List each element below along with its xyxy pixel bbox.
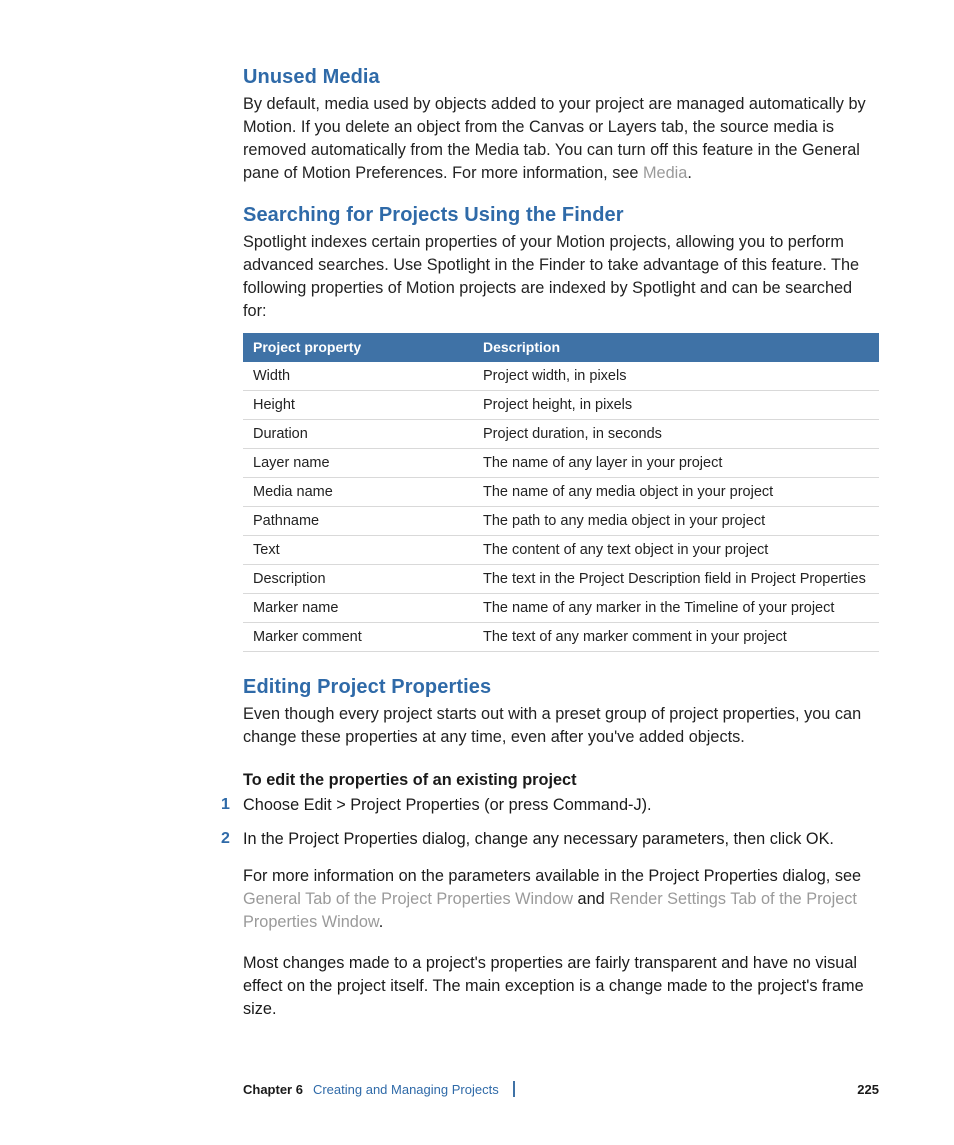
cell-property: Marker comment bbox=[243, 623, 473, 652]
table-row: Media nameThe name of any media object i… bbox=[243, 478, 879, 507]
para-more-info: For more information on the parameters a… bbox=[243, 865, 879, 934]
table-row: DescriptionThe text in the Project Descr… bbox=[243, 565, 879, 594]
cell-description: The text in the Project Description fiel… bbox=[473, 565, 879, 594]
table-row: DurationProject duration, in seconds bbox=[243, 420, 879, 449]
cell-property: Text bbox=[243, 536, 473, 565]
cell-property: Pathname bbox=[243, 507, 473, 536]
step-item: In the Project Properties dialog, change… bbox=[243, 828, 879, 851]
table-header-row: Project property Description bbox=[243, 333, 879, 362]
section-editing: Editing Project Properties Even though e… bbox=[243, 676, 879, 1021]
heading-unused-media: Unused Media bbox=[243, 66, 879, 89]
task-heading: To edit the properties of an existing pr… bbox=[243, 771, 879, 790]
para-searching: Spotlight indexes certain properties of … bbox=[243, 231, 879, 324]
section-unused-media: Unused Media By default, media used by o… bbox=[243, 66, 879, 186]
heading-searching: Searching for Projects Using the Finder bbox=[243, 204, 879, 227]
para-closing: Most changes made to a project's propert… bbox=[243, 952, 879, 1021]
table-row: PathnameThe path to any media object in … bbox=[243, 507, 879, 536]
cell-description: Project height, in pixels bbox=[473, 391, 879, 420]
heading-editing: Editing Project Properties bbox=[243, 676, 879, 699]
text: By default, media used by objects added … bbox=[243, 95, 866, 182]
cell-description: The name of any layer in your project bbox=[473, 449, 879, 478]
cell-description: The name of any media object in your pro… bbox=[473, 478, 879, 507]
text: . bbox=[687, 164, 692, 182]
table-row: Marker commentThe text of any marker com… bbox=[243, 623, 879, 652]
cell-property: Duration bbox=[243, 420, 473, 449]
step-item: Choose Edit > Project Properties (or pre… bbox=[243, 794, 879, 817]
table-row: HeightProject height, in pixels bbox=[243, 391, 879, 420]
properties-table: Project property Description WidthProjec… bbox=[243, 333, 879, 652]
cell-description: The content of any text object in your p… bbox=[473, 536, 879, 565]
table-row: WidthProject width, in pixels bbox=[243, 362, 879, 391]
text: and bbox=[573, 890, 609, 908]
th-property: Project property bbox=[243, 333, 473, 362]
chapter-title: Creating and Managing Projects bbox=[313, 1082, 499, 1097]
table-row: Layer nameThe name of any layer in your … bbox=[243, 449, 879, 478]
cell-description: The name of any marker in the Timeline o… bbox=[473, 594, 879, 623]
page: Unused Media By default, media used by o… bbox=[0, 0, 954, 1145]
cell-property: Description bbox=[243, 565, 473, 594]
steps-list: Choose Edit > Project Properties (or pre… bbox=[243, 794, 879, 850]
cell-property: Media name bbox=[243, 478, 473, 507]
cell-property: Height bbox=[243, 391, 473, 420]
text: . bbox=[379, 913, 384, 931]
chapter-label: Chapter 6 bbox=[243, 1082, 303, 1097]
para-editing-intro: Even though every project starts out wit… bbox=[243, 703, 879, 749]
section-searching: Searching for Projects Using the Finder … bbox=[243, 204, 879, 653]
xref-media[interactable]: Media bbox=[643, 164, 687, 182]
cell-description: The text of any marker comment in your p… bbox=[473, 623, 879, 652]
page-footer: Chapter 6 Creating and Managing Projects… bbox=[243, 1081, 879, 1097]
cell-property: Marker name bbox=[243, 594, 473, 623]
para-unused-media: By default, media used by objects added … bbox=[243, 93, 879, 186]
cell-property: Width bbox=[243, 362, 473, 391]
cell-description: Project width, in pixels bbox=[473, 362, 879, 391]
footer-divider bbox=[513, 1081, 515, 1097]
table-row: Marker nameThe name of any marker in the… bbox=[243, 594, 879, 623]
text: For more information on the parameters a… bbox=[243, 867, 861, 885]
xref-general-tab[interactable]: General Tab of the Project Properties Wi… bbox=[243, 890, 573, 908]
page-number: 225 bbox=[857, 1082, 879, 1097]
th-description: Description bbox=[473, 333, 879, 362]
cell-description: Project duration, in seconds bbox=[473, 420, 879, 449]
table-row: TextThe content of any text object in yo… bbox=[243, 536, 879, 565]
cell-description: The path to any media object in your pro… bbox=[473, 507, 879, 536]
cell-property: Layer name bbox=[243, 449, 473, 478]
